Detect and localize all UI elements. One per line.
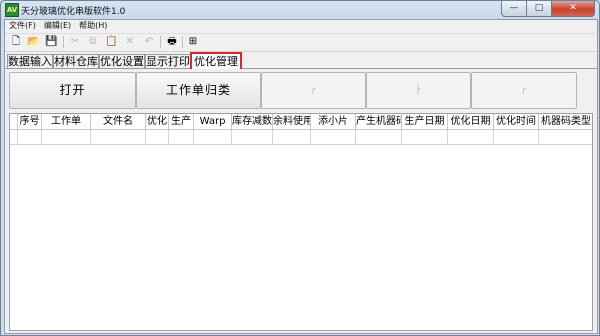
- new-file-icon[interactable]: 🗋: [10, 36, 22, 48]
- column-header[interactable]: 机器码类型: [539, 114, 592, 129]
- grid-header: 序号 工作单 文件名 优化 生产 Warp 库存减数 余料使用 添小片 产生机器…: [10, 114, 592, 130]
- app-logo-icon: AV: [5, 3, 19, 17]
- window-controls: — □ ✕: [501, 1, 595, 17]
- row-indicator-header: [10, 114, 18, 129]
- column-header[interactable]: 产生机器码: [356, 114, 402, 129]
- app-window: AV 天分玻璃优化串版软件1.0 — □ ✕ 文件(F) 编辑(E) 帮助(H)…: [0, 0, 600, 336]
- column-header[interactable]: 序号: [18, 114, 42, 129]
- toolbar: 🗋 📂 💾 ✂ ⧉ 📋 ✕ ↶ 🖶 ⊞: [5, 33, 597, 52]
- tab-display-print[interactable]: 显示打印: [145, 54, 191, 68]
- toolbar-separator: [160, 36, 161, 48]
- title-bar[interactable]: AV 天分玻璃优化串版软件1.0 — □ ✕: [1, 1, 599, 19]
- column-header[interactable]: 优化时间: [494, 114, 539, 129]
- menu-bar: 文件(F) 编辑(E) 帮助(H): [5, 20, 597, 32]
- menu-help[interactable]: 帮助(H): [75, 20, 111, 32]
- client-area: 文件(F) 编辑(E) 帮助(H) 🗋 📂 💾 ✂ ⧉ 📋 ✕ ↶ 🖶 ⊞ 数据…: [4, 19, 598, 334]
- toolbar-separator: [182, 36, 183, 48]
- column-header[interactable]: Warp: [194, 114, 232, 129]
- blank-button-3[interactable]: ┌: [471, 72, 577, 109]
- column-header[interactable]: 库存减数: [232, 114, 273, 129]
- tab-bar: 数据输入 材料仓库 优化设置 显示打印 优化管理: [5, 52, 597, 69]
- print-icon[interactable]: 🖶: [166, 36, 178, 48]
- maximize-button[interactable]: □: [527, 1, 552, 17]
- blank-button-2[interactable]: ├: [366, 72, 471, 109]
- column-header[interactable]: 优化日期: [448, 114, 494, 129]
- paste-icon[interactable]: 📋: [105, 36, 117, 48]
- copy-icon[interactable]: ⧉: [87, 36, 99, 48]
- open-folder-icon[interactable]: 📂: [27, 36, 39, 48]
- classify-worksheet-button[interactable]: 工作单归类: [136, 72, 261, 109]
- cut-icon[interactable]: ✂: [69, 36, 81, 48]
- column-header[interactable]: 文件名: [91, 114, 146, 129]
- menu-file[interactable]: 文件(F): [5, 20, 40, 32]
- open-button[interactable]: 打开: [9, 72, 136, 109]
- column-header[interactable]: 工作单: [42, 114, 91, 129]
- minimize-button[interactable]: —: [501, 1, 527, 17]
- tab-optimize-settings[interactable]: 优化设置: [99, 54, 145, 68]
- delete-icon[interactable]: ✕: [124, 36, 136, 48]
- save-icon[interactable]: 💾: [45, 36, 57, 48]
- column-header[interactable]: 余料使用: [273, 114, 311, 129]
- data-grid[interactable]: 序号 工作单 文件名 优化 生产 Warp 库存减数 余料使用 添小片 产生机器…: [9, 113, 593, 331]
- close-button[interactable]: ✕: [552, 1, 595, 17]
- column-header[interactable]: 生产: [169, 114, 194, 129]
- toolbar-separator: [63, 36, 64, 48]
- menu-edit[interactable]: 编辑(E): [40, 20, 75, 32]
- column-header[interactable]: 优化: [146, 114, 169, 129]
- column-header[interactable]: 添小片: [311, 114, 356, 129]
- blank-button-1[interactable]: ┌: [261, 72, 366, 109]
- tab-optimize-manage[interactable]: 优化管理: [190, 52, 242, 69]
- column-header[interactable]: 生产日期: [402, 114, 448, 129]
- window-title: 天分玻璃优化串版软件1.0: [21, 7, 126, 17]
- undo-icon[interactable]: ↶: [143, 36, 155, 48]
- grid-icon[interactable]: ⊞: [187, 36, 199, 48]
- tab-material-warehouse[interactable]: 材料仓库: [53, 54, 99, 68]
- tab-data-input[interactable]: 数据输入: [7, 54, 53, 68]
- table-row[interactable]: [10, 130, 592, 145]
